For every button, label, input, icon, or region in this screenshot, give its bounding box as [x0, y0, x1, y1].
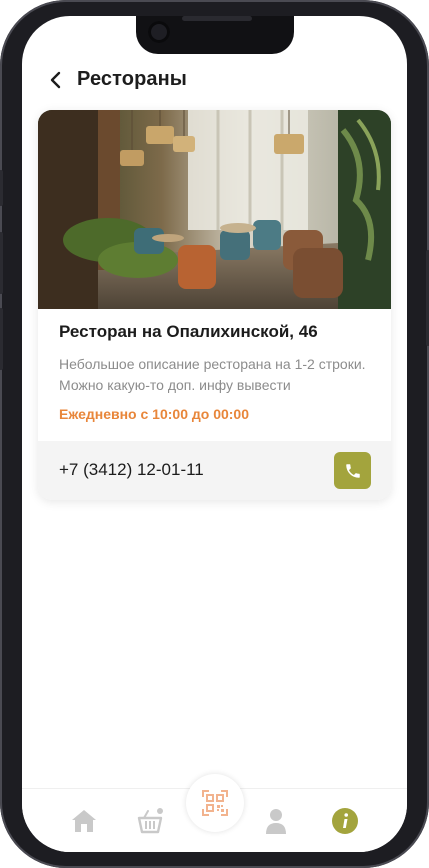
restaurant-card[interactable]: Ресторан на Опалихинской, 46 Небольшое о… [38, 110, 391, 500]
home-icon [72, 810, 96, 832]
back-button[interactable] [44, 68, 68, 92]
volume-down-button [0, 308, 3, 370]
app-screen: Рестораны Ресторан на Опалихинской, 46 Н… [22, 16, 407, 852]
qr-scan-button[interactable] [186, 774, 244, 832]
card-footer: +7 (3412) 12-01-11 [38, 441, 391, 500]
tab-home[interactable] [66, 803, 102, 839]
earpiece [182, 16, 252, 21]
chevron-left-icon [50, 71, 61, 89]
basket-badge [157, 808, 163, 814]
header: Рестораны [22, 66, 407, 96]
restaurant-interior-photo [38, 110, 391, 309]
basket-icon [137, 808, 163, 834]
phone-frame: Рестораны Ресторан на Опалихинской, 46 Н… [0, 0, 429, 868]
tab-profile[interactable] [258, 803, 294, 839]
info-icon [332, 808, 358, 834]
phone-icon [345, 463, 360, 478]
mute-switch [0, 170, 3, 206]
restaurant-phone[interactable]: +7 (3412) 12-01-11 [59, 460, 204, 480]
volume-up-button [0, 232, 3, 294]
tab-info[interactable] [327, 803, 363, 839]
page-title: Рестораны [77, 68, 187, 90]
restaurant-hours: Ежедневно с 10:00 до 00:00 [59, 406, 250, 422]
notch [136, 16, 294, 54]
restaurant-description: Небольшое описание ресторана на 1-2 стро… [59, 356, 366, 393]
qr-code-icon [202, 790, 228, 816]
restaurant-name: Ресторан на Опалихинской, 46 [59, 322, 318, 341]
tab-basket[interactable] [132, 803, 168, 839]
call-button[interactable] [334, 452, 371, 489]
user-icon [266, 809, 286, 834]
front-camera [148, 21, 170, 43]
